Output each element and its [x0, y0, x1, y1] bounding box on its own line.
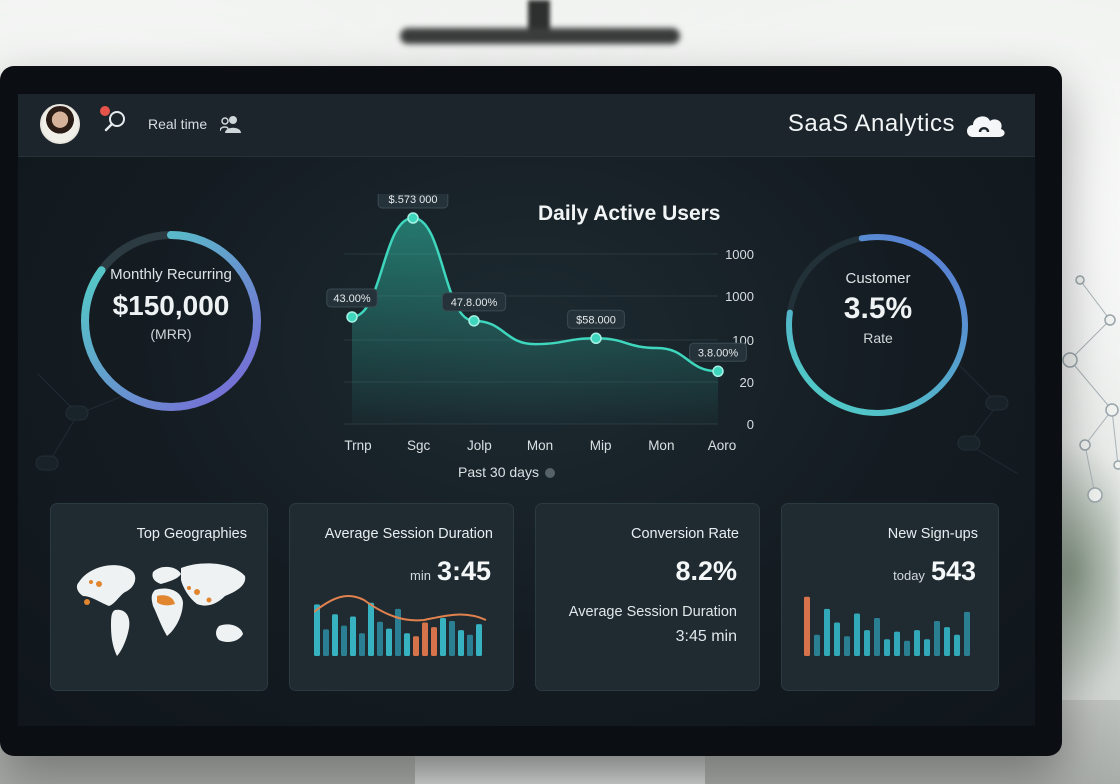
user-avatar[interactable] — [40, 104, 80, 144]
app-title: SaaS Analytics — [787, 110, 955, 137]
session-bar — [440, 618, 446, 656]
mrr-sublabel: (MRR) — [150, 326, 192, 342]
x-tick-label: Sgc — [407, 438, 431, 453]
data-label: $.573 000 — [389, 194, 438, 206]
signups-bar — [954, 634, 960, 656]
card-top-geographies[interactable]: Top Geographies — [50, 503, 268, 691]
data-point[interactable] — [468, 315, 480, 327]
y-tick-label: 1000 — [725, 289, 754, 304]
daily-active-users-chart: 10001000100200 Trnp Sgc Jolp Mon Mip Mon Aoro4… — [326, 194, 754, 453]
signups-bar — [884, 639, 890, 656]
ceiling-lamp — [400, 28, 680, 44]
session-bar — [377, 621, 383, 656]
session-bar — [422, 622, 428, 656]
x-tick-label: Trnp — [344, 438, 371, 453]
session-bar — [341, 625, 347, 656]
chart-area-fill — [352, 218, 718, 424]
chart-legend: Past 30 days — [458, 464, 555, 480]
session-bar — [467, 634, 473, 656]
signups-bar — [814, 634, 820, 656]
signups-title: New Sign-ups — [887, 526, 978, 542]
signups-bar — [944, 627, 950, 656]
session-bar — [449, 621, 455, 656]
card-session-duration[interactable]: Average Session Duration min 3:45 — [289, 503, 514, 691]
realtime-label[interactable]: Real time — [148, 116, 207, 132]
session-bar — [458, 630, 464, 656]
x-tick-label: Aoro — [708, 438, 737, 453]
x-tick-label: Mon — [648, 438, 674, 453]
signups-bar-chart — [804, 596, 970, 656]
session-bar — [413, 636, 419, 656]
signups-bar — [804, 596, 810, 656]
data-point[interactable] — [407, 212, 419, 224]
data-label: $58.000 — [576, 314, 616, 326]
geo-title: Top Geographies — [136, 526, 247, 542]
session-bar — [359, 633, 365, 656]
signups-bar — [924, 639, 930, 656]
customer-sublabel: Rate — [863, 330, 893, 346]
signups-bar — [904, 640, 910, 656]
signups-bar — [914, 630, 920, 656]
session-bar — [350, 616, 356, 656]
mrr-value: $150,000 — [112, 290, 230, 321]
mrr-label: Monthly Recurring — [110, 266, 232, 283]
y-tick-label: 1000 — [725, 247, 754, 262]
data-point[interactable] — [712, 365, 724, 378]
x-tick-label: Jolp — [467, 438, 492, 453]
signups-bar — [964, 611, 970, 656]
session-bar — [332, 614, 338, 656]
signups-bar — [874, 618, 880, 656]
users-icon[interactable] — [220, 114, 242, 134]
conversion-value: 8.2% — [675, 556, 737, 586]
session-bar — [404, 633, 410, 656]
conversion-sub-value: 3:45 min — [675, 628, 737, 645]
legend-label: Past 30 days — [458, 464, 539, 480]
session-bar — [368, 602, 374, 656]
card-conversion-rate[interactable]: Conversion Rate 8.2% Average Session Dur… — [535, 503, 760, 691]
data-label: 3.8.00% — [698, 347, 739, 359]
session-bar — [323, 629, 329, 656]
x-tick-label: Mip — [590, 438, 612, 453]
legend-dot — [544, 468, 555, 479]
session-bar — [476, 624, 482, 656]
y-tick-label: 0 — [747, 417, 754, 432]
signups-bar — [824, 608, 830, 656]
dashboard-screen: Real time SaaS Analytics Monthly Recurri… — [18, 94, 1035, 726]
data-label: 43.00% — [333, 293, 371, 305]
conversion-title: Conversion Rate — [631, 526, 739, 542]
session-bar — [395, 608, 401, 656]
session-bar-chart — [314, 595, 487, 656]
card-new-signups[interactable]: New Sign-ups today 543 — [781, 503, 999, 691]
signups-bar — [834, 622, 840, 656]
customer-value: 3.5% — [843, 292, 913, 325]
signups-bar — [854, 613, 860, 656]
data-point[interactable] — [590, 332, 602, 345]
signups-bar — [844, 636, 850, 656]
monitor-frame: Real time SaaS Analytics Monthly Recurri… — [0, 66, 1062, 756]
session-bar — [386, 628, 392, 656]
world-map — [76, 563, 246, 656]
cloud-logo-icon — [967, 116, 1005, 137]
customer-label: Customer — [845, 270, 911, 287]
data-label: 47.8.00% — [451, 297, 498, 309]
y-tick-label: 20 — [740, 375, 754, 390]
top-bar: Real time SaaS Analytics — [18, 94, 1035, 157]
x-tick-label: Mon — [527, 438, 553, 453]
signups-bar — [934, 621, 940, 656]
data-point[interactable] — [346, 311, 358, 323]
session-bar — [431, 627, 437, 656]
signups-bar — [894, 631, 900, 656]
session-title: Average Session Duration — [324, 526, 493, 542]
notification-dot — [100, 106, 110, 116]
conversion-sub-label: Average Session Duration — [568, 604, 737, 620]
signups-bar — [864, 630, 870, 656]
